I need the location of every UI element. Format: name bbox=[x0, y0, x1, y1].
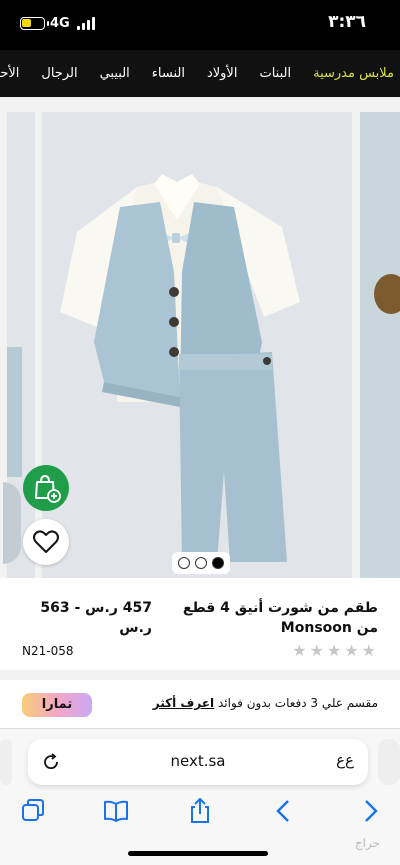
category-nav: ملابس مدرسية البنات الأولاد النساء البيب… bbox=[0, 50, 400, 97]
star-icon: ★ bbox=[309, 641, 324, 660]
home-indicator[interactable] bbox=[128, 851, 268, 856]
add-to-bag-button[interactable] bbox=[23, 465, 69, 511]
text-size-button[interactable]: ﻉﻉ bbox=[336, 751, 354, 769]
tamara-logo: تمارا bbox=[22, 693, 92, 717]
outfit-illustration bbox=[60, 174, 300, 562]
favourite-button[interactable] bbox=[23, 519, 69, 565]
nav-item-shoes[interactable]: الأحذية bbox=[0, 66, 19, 81]
nav-item-school-wear[interactable]: ملابس مدرسية bbox=[313, 66, 394, 81]
battery-icon bbox=[20, 17, 49, 30]
heart-icon bbox=[33, 530, 59, 553]
signal-icon bbox=[77, 16, 97, 30]
pager-dot-2[interactable] bbox=[194, 557, 207, 569]
share-icon[interactable] bbox=[185, 796, 215, 826]
rating-stars: ★ ★ ★ ★ ★ bbox=[292, 641, 376, 660]
star-icon: ★ bbox=[361, 641, 376, 660]
browser-toolbar bbox=[0, 792, 400, 832]
url-text[interactable]: next.sa bbox=[28, 752, 368, 770]
nav-item-girls[interactable]: البنات bbox=[259, 66, 291, 81]
gallery-pager[interactable] bbox=[172, 552, 230, 574]
previous-tab-peek[interactable] bbox=[0, 739, 12, 785]
pager-dot-3[interactable] bbox=[212, 557, 225, 569]
star-icon: ★ bbox=[326, 641, 342, 660]
forward-icon[interactable] bbox=[355, 796, 385, 826]
installments-description: مقسم علي 3 دفعات بدون فوائد bbox=[217, 696, 378, 710]
star-icon: ★ bbox=[344, 641, 359, 660]
browser-chrome: next.sa ﻉﻉ bbox=[0, 728, 400, 865]
nav-item-baby[interactable]: البيبي bbox=[100, 66, 130, 81]
installments-banner: مقسم علي 3 دفعات بدون فوائد اعرف أكثر تم… bbox=[0, 680, 400, 728]
tabs-icon[interactable] bbox=[18, 796, 48, 826]
clock: ٣:٣٦ bbox=[328, 12, 366, 32]
nav-item-boys[interactable]: الأولاد bbox=[207, 66, 238, 81]
learn-more-link[interactable]: اعرف أكثر bbox=[153, 696, 214, 710]
back-icon[interactable] bbox=[269, 796, 299, 826]
product-price: 457 ر.س - 563 ر.س bbox=[40, 600, 152, 636]
status-bar: 4G ٣:٣٦ bbox=[0, 0, 400, 50]
product-image[interactable] bbox=[42, 112, 352, 578]
installments-text: مقسم علي 3 دفعات بدون فوائد اعرف أكثر bbox=[153, 696, 378, 710]
pager-dot-1[interactable] bbox=[177, 557, 190, 569]
nav-item-women[interactable]: النساء bbox=[152, 66, 185, 81]
book-icon[interactable] bbox=[101, 796, 131, 826]
nav-item-men[interactable]: الرجال bbox=[41, 66, 77, 81]
star-icon: ★ bbox=[292, 641, 307, 660]
next-tab-peek[interactable] bbox=[378, 739, 400, 785]
address-bar[interactable]: next.sa ﻉﻉ bbox=[28, 739, 368, 785]
product-title[interactable]: طقم من شورت أنيق 4 قطع من Monsoon bbox=[178, 598, 378, 638]
product-info: طقم من شورت أنيق 4 قطع من Monsoon ★ ★ ★ ★ ★ … bbox=[0, 578, 400, 670]
shopping-bag-add-icon bbox=[35, 474, 61, 503]
gallery-next-image[interactable] bbox=[360, 112, 400, 578]
product-code: N21-058 bbox=[22, 644, 74, 658]
network-label: 4G bbox=[50, 16, 70, 31]
watermark: حراج bbox=[354, 836, 380, 850]
